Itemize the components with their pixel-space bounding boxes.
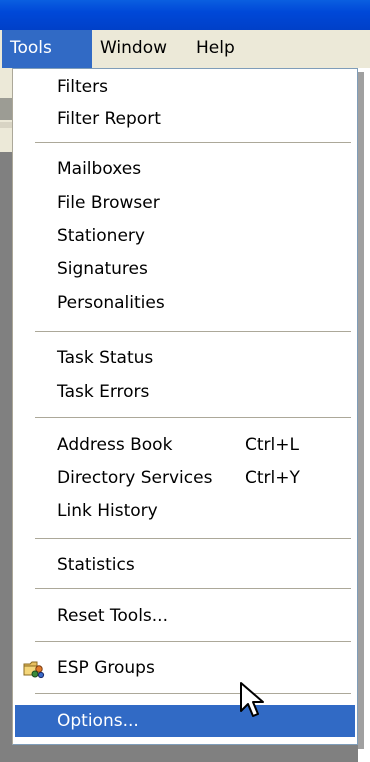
workspace-background bbox=[0, 152, 12, 762]
menu-item-task-status[interactable]: Task Status bbox=[15, 342, 355, 374]
menu-item-label: Task Status bbox=[57, 348, 154, 368]
menu-separator bbox=[35, 588, 351, 590]
menu-item-address-book[interactable]: Address Book Ctrl+L bbox=[15, 429, 355, 461]
esp-groups-folder-icon bbox=[23, 658, 45, 679]
menu-help[interactable]: Help bbox=[188, 30, 246, 68]
title-bar bbox=[0, 0, 370, 30]
toolbar-edge-light bbox=[0, 122, 12, 128]
menu-item-signatures[interactable]: Signatures bbox=[15, 253, 355, 285]
menu-item-label: File Browser bbox=[57, 193, 160, 213]
toolbar-edge bbox=[0, 98, 12, 120]
menu-item-esp-groups[interactable]: ESP Groups bbox=[15, 652, 355, 684]
menu-item-label: Statistics bbox=[57, 555, 135, 575]
menu-separator bbox=[35, 417, 351, 419]
menu-item-label: Options... bbox=[57, 711, 139, 731]
tools-menu-dropdown: Filters Filter Report Mailboxes File Bro… bbox=[12, 68, 358, 745]
menu-item-label: Signatures bbox=[57, 259, 148, 279]
menu-item-label: Mailboxes bbox=[57, 159, 142, 179]
menu-separator bbox=[35, 641, 351, 643]
menu-item-label: Task Errors bbox=[57, 382, 150, 402]
mouse-pointer-icon bbox=[240, 682, 264, 717]
workspace-background-bottom bbox=[12, 745, 358, 762]
menu-item-filter-report[interactable]: Filter Report bbox=[15, 103, 355, 135]
menu-shadow bbox=[358, 72, 364, 749]
menu-item-label: Reset Tools... bbox=[57, 606, 168, 626]
menu-item-file-browser[interactable]: File Browser bbox=[15, 187, 355, 219]
menu-item-label: ESP Groups bbox=[57, 658, 155, 678]
menu-item-options[interactable]: Options... bbox=[15, 705, 355, 737]
menu-item-label: Link History bbox=[57, 501, 158, 521]
menu-item-statistics[interactable]: Statistics bbox=[15, 549, 355, 581]
menu-tools[interactable]: Tools bbox=[2, 30, 92, 68]
menu-separator bbox=[35, 538, 351, 540]
menu-item-filters[interactable]: Filters bbox=[15, 71, 355, 103]
menu-item-reset-tools[interactable]: Reset Tools... bbox=[15, 600, 355, 632]
menu-separator bbox=[35, 142, 351, 144]
shortcut-address-book: Ctrl+L bbox=[245, 435, 299, 455]
shortcut-directory-services: Ctrl+Y bbox=[245, 468, 300, 488]
menu-item-mailboxes[interactable]: Mailboxes bbox=[15, 153, 355, 185]
menu-item-label: Address Book bbox=[57, 435, 173, 455]
menu-item-task-errors[interactable]: Task Errors bbox=[15, 376, 355, 408]
menu-item-label: Directory Services bbox=[57, 468, 213, 488]
menu-separator bbox=[35, 331, 351, 333]
menu-window[interactable]: Window bbox=[92, 30, 188, 68]
menu-item-stationery[interactable]: Stationery bbox=[15, 220, 355, 252]
menu-item-label: Filters bbox=[57, 77, 108, 97]
menu-bar: Tools Window Help bbox=[0, 30, 370, 68]
menu-item-label: Filter Report bbox=[57, 109, 161, 129]
menu-separator bbox=[35, 693, 351, 695]
menu-item-label: Stationery bbox=[57, 226, 145, 246]
menu-item-link-history[interactable]: Link History bbox=[15, 495, 355, 527]
menu-item-label: Personalities bbox=[57, 293, 165, 313]
menu-item-directory-services[interactable]: Directory Services Ctrl+Y bbox=[15, 462, 355, 494]
menu-item-personalities[interactable]: Personalities bbox=[15, 287, 355, 319]
